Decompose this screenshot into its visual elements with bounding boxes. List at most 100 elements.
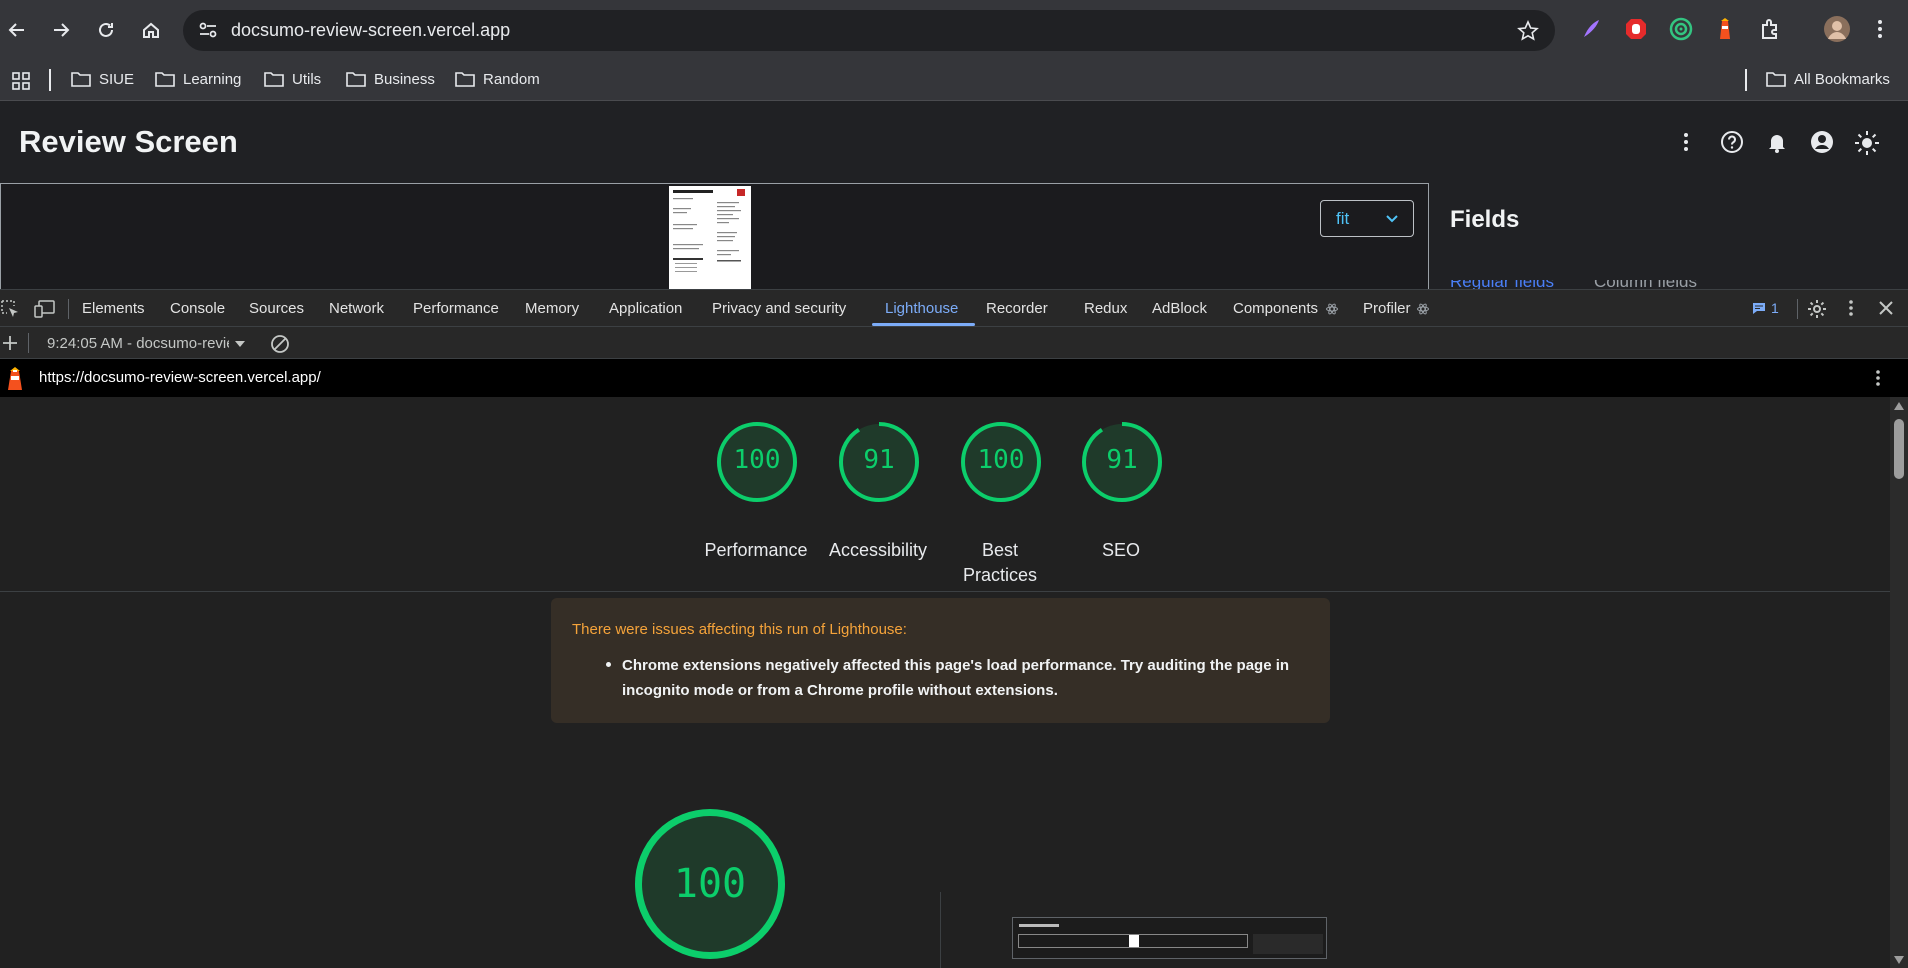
bookmark-label: Business [374, 70, 435, 88]
folder-icon [1766, 72, 1786, 87]
bookmark-folder-siue[interactable]: SIUE [71, 70, 134, 88]
tab-recorder[interactable]: Recorder [986, 300, 1048, 317]
mini-page [1129, 935, 1139, 947]
target-extension-icon[interactable] [1669, 17, 1693, 41]
all-bookmarks-folder[interactable]: All Bookmarks [1766, 70, 1890, 88]
clear-all-icon[interactable] [270, 334, 290, 354]
report-url[interactable]: https://docsumo-review-screen.vercel.app… [39, 369, 321, 386]
devtools-separator [28, 333, 29, 353]
chrome-menu-icon[interactable] [1876, 17, 1884, 41]
gauge-score: 100 [673, 861, 747, 907]
reload-icon[interactable] [85, 9, 127, 51]
more-vert-icon[interactable] [1681, 130, 1691, 154]
inspect-element-icon[interactable] [0, 299, 20, 319]
tab-lighthouse[interactable]: Lighthouse [885, 300, 958, 317]
devtools-tab-strip: Elements Console Sources Network Perform… [0, 289, 1908, 327]
device-toolbar-icon[interactable] [34, 299, 56, 319]
tab-application[interactable]: Application [609, 300, 682, 317]
fields-panel-title: Fields [1450, 206, 1520, 233]
home-icon[interactable] [130, 9, 172, 51]
devtools-separator [68, 299, 69, 319]
tab-console[interactable]: Console [170, 300, 225, 317]
feather-extension-icon[interactable] [1580, 17, 1602, 41]
folder-icon [155, 72, 175, 87]
lighthouse-report-url-bar: https://docsumo-review-screen.vercel.app… [0, 359, 1908, 397]
report-scrollbar[interactable] [1890, 397, 1908, 968]
bookmark-folder-utils[interactable]: Utils [264, 70, 321, 88]
adblock-extension-icon[interactable] [1624, 17, 1648, 41]
report-selector[interactable]: 9:24:05 AM - docsumo-revie [47, 335, 247, 352]
vertical-divider [940, 892, 941, 968]
browser-toolbar: docsumo-review-screen.vercel.app [0, 0, 1908, 60]
chevron-down-icon [1385, 214, 1399, 224]
bookmark-label: Random [483, 70, 540, 88]
forward-icon[interactable] [40, 9, 82, 51]
scrollbar-thumb[interactable] [1894, 419, 1904, 479]
tab-network[interactable]: Network [329, 300, 384, 317]
tab-privacy-and-security[interactable]: Privacy and security [712, 300, 846, 317]
score-gauge-accessibility[interactable]: 91 Accessibility [829, 421, 927, 560]
light-mode-sun-icon[interactable] [1854, 130, 1880, 156]
react-atom-icon [1417, 303, 1429, 315]
account-circle-icon[interactable] [1810, 130, 1834, 154]
bullet [606, 662, 611, 667]
issues-count: 1 [1771, 300, 1779, 316]
page-title: Review Screen [19, 124, 238, 159]
new-report-plus-icon[interactable] [2, 335, 18, 351]
folder-icon [455, 72, 475, 87]
warning-heading: There were issues affecting this run of … [572, 621, 907, 638]
issues-counter[interactable]: 1 [1752, 300, 1779, 316]
tab-memory[interactable]: Memory [525, 300, 579, 317]
tab-elements[interactable]: Elements [82, 300, 145, 317]
scroll-up-arrow-icon[interactable] [1893, 401, 1905, 411]
tab-components[interactable]: Components [1233, 300, 1318, 317]
back-icon[interactable] [0, 9, 38, 51]
tab-profiler[interactable]: Profiler [1363, 300, 1411, 317]
gauge-score: 100 [977, 445, 1025, 475]
final-screenshot-thumbnail[interactable] [1012, 917, 1327, 959]
folder-icon [71, 72, 91, 87]
help-icon[interactable] [1720, 130, 1744, 154]
apps-grid-icon[interactable] [11, 71, 31, 91]
notifications-bell-icon[interactable] [1765, 130, 1789, 154]
score-gauge-seo[interactable]: 91 SEO [1081, 421, 1163, 560]
score-gauge-performance[interactable]: 100 Performance [704, 421, 808, 560]
gauge-label: SEO [1101, 540, 1140, 560]
zoom-fit-select[interactable]: fit [1320, 200, 1414, 237]
extensions-puzzle-icon[interactable] [1759, 17, 1783, 41]
tab-sources[interactable]: Sources [249, 300, 304, 317]
bookmarks-separator [1745, 69, 1747, 91]
folder-icon [264, 72, 284, 87]
bookmark-folder-business[interactable]: Business [346, 70, 435, 88]
bookmark-folder-random[interactable]: Random [455, 70, 540, 88]
tab-redux[interactable]: Redux [1084, 300, 1127, 317]
scroll-down-arrow-icon[interactable] [1893, 955, 1905, 965]
bookmark-label: Utils [292, 70, 322, 88]
bookmark-folder-learning[interactable]: Learning [155, 70, 241, 88]
lighthouse-extension-icon[interactable] [1713, 17, 1737, 41]
address-bar[interactable]: docsumo-review-screen.vercel.app [183, 10, 1555, 51]
lighthouse-report: 100 Performance 91 Accessibility 100 Bes… [0, 397, 1890, 968]
zoom-select-value: fit [1336, 208, 1350, 228]
active-tab-indicator [872, 323, 975, 326]
tab-performance[interactable]: Performance [413, 300, 499, 317]
profile-avatar-icon[interactable] [1823, 15, 1851, 43]
bookmark-star-icon[interactable] [1517, 20, 1539, 42]
tab-adblock[interactable]: AdBlock [1152, 300, 1207, 317]
document-page-thumbnail[interactable] [669, 186, 751, 289]
lighthouse-logo-icon [4, 365, 26, 391]
close-devtools-icon[interactable] [1878, 300, 1894, 316]
url-text[interactable]: docsumo-review-screen.vercel.app [231, 20, 510, 41]
devtools-more-icon[interactable] [1847, 298, 1855, 318]
mini-header [1019, 924, 1059, 927]
score-gauge-best-practices[interactable]: 100 Best Practices [960, 421, 1042, 585]
settings-gear-icon[interactable] [1806, 298, 1828, 320]
report-selector-text: 9:24:05 AM - docsumo-revie [47, 335, 229, 352]
gauge-label: Best Practices [962, 540, 1038, 585]
run-warnings-box: There were issues affecting this run of … [551, 598, 1330, 723]
section-divider [0, 591, 1890, 592]
report-menu-icon[interactable] [1874, 368, 1882, 388]
document-viewer: fit [0, 183, 1429, 290]
big-score-gauge-performance[interactable]: 100 [634, 808, 786, 960]
site-info-icon[interactable] [197, 19, 219, 41]
